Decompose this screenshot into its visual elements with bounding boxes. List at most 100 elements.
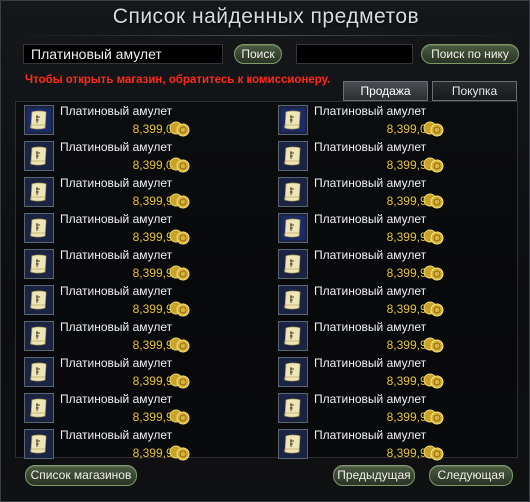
item-price: 8,399,998: [132, 338, 186, 352]
list-item[interactable]: Платиновый амулет 8,399,000: [24, 140, 264, 174]
adena-coins-icon: [423, 263, 445, 286]
list-item[interactable]: Платиновый амулет 8,399,997: [24, 248, 264, 282]
list-item[interactable]: Платиновый амулет 8,399,998: [278, 320, 518, 354]
item-price: 8,399,998: [132, 410, 186, 424]
list-item[interactable]: Платиновый амулет 8,399,998: [24, 356, 264, 390]
item-search-input[interactable]: [23, 44, 223, 64]
item-name: Платиновый амулет: [314, 428, 427, 442]
item-name: Платиновый амулет: [60, 212, 173, 226]
item-price: 8,399,997: [132, 266, 186, 280]
shop-list-button[interactable]: Список магазинов: [25, 465, 137, 486]
adena-coins-icon: [169, 371, 191, 394]
item-name: Платиновый амулет: [60, 176, 173, 190]
scroll-icon: [278, 429, 308, 459]
list-item[interactable]: Платиновый амулет 8,399,998: [278, 284, 518, 318]
adena-coins-icon: [169, 191, 191, 214]
scroll-icon: [24, 321, 54, 351]
list-item[interactable]: Платиновый амулет 8,399,997: [278, 176, 518, 210]
item-price: 8,399,000: [132, 122, 186, 136]
list-item[interactable]: Платиновый амулет 8,399,998: [24, 428, 264, 462]
item-price: 8,399,997: [386, 194, 440, 208]
scroll-icon: [278, 393, 308, 423]
scroll-icon: [24, 141, 54, 171]
item-name: Платиновый амулет: [314, 212, 427, 226]
scroll-icon: [24, 393, 54, 423]
scroll-icon: [24, 429, 54, 459]
list-item[interactable]: Платиновый амулет 8,399,997: [278, 212, 518, 246]
results-list: Платиновый амулет 8,399,000 Платиновый аму…: [15, 101, 518, 461]
title-divider: [11, 35, 519, 36]
adena-coins-icon: [169, 119, 191, 142]
list-item[interactable]: Платиновый амулет 8,399,998: [278, 428, 518, 462]
adena-coins-icon: [423, 335, 445, 358]
adena-coins-icon: [169, 227, 191, 250]
adena-coins-icon: [169, 443, 191, 466]
item-name: Платиновый амулет: [314, 356, 427, 370]
adena-coins-icon: [423, 443, 445, 466]
list-item[interactable]: Платиновый амулет 8,399,998: [278, 356, 518, 390]
item-name: Платиновый амулет: [314, 248, 427, 262]
scroll-icon-blue: [24, 105, 54, 135]
adena-coins-icon: [169, 335, 191, 358]
next-page-button[interactable]: Следующая: [429, 465, 513, 486]
window-title: Список найденных предметов: [112, 5, 420, 28]
item-name: Платиновый амулет: [60, 320, 173, 334]
item-name: Платиновый амулет: [314, 284, 427, 298]
scroll-icon: [278, 357, 308, 387]
nick-search-button[interactable]: Поиск по нику: [421, 44, 519, 64]
item-price: 8,399,000: [132, 158, 186, 172]
list-item[interactable]: Платиновый амулет 8,399,997: [278, 140, 518, 174]
item-price: 8,399,998: [132, 302, 186, 316]
item-name: Платиновый амулет: [60, 140, 173, 154]
item-price: 8,399,998: [386, 446, 440, 460]
list-item[interactable]: Платиновый амулет 8,399,997: [24, 212, 264, 246]
list-item[interactable]: Платиновый амулет 8,399,997: [278, 248, 518, 282]
list-item[interactable]: Платиновый амулет 8,399,998: [24, 320, 264, 354]
list-item[interactable]: Платиновый амулет 8,399,998: [278, 392, 518, 426]
adena-coins-icon: [423, 227, 445, 250]
item-name: Платиновый амулет: [314, 320, 427, 334]
tab-buy[interactable]: Покупка: [432, 81, 517, 101]
item-price: 8,399,997: [386, 230, 440, 244]
item-name: Платиновый амулет: [314, 140, 427, 154]
item-name: Платиновый амулет: [60, 248, 173, 262]
adena-coins-icon: [423, 407, 445, 430]
search-button[interactable]: Поиск: [234, 44, 282, 64]
item-price: 8,399,997: [132, 230, 186, 244]
scroll-icon-blue: [278, 105, 308, 135]
list-item[interactable]: Платиновый амулет 8,399,998: [24, 392, 264, 426]
previous-page-button[interactable]: Предыдущая: [333, 465, 415, 486]
scroll-icon: [24, 357, 54, 387]
item-price: 8,399,998: [386, 410, 440, 424]
adena-coins-icon: [169, 155, 191, 178]
item-price: 8,399,000: [386, 122, 440, 136]
scroll-icon: [24, 249, 54, 279]
item-name: Платиновый амулет: [314, 104, 427, 118]
item-price: 8,399,997: [386, 158, 440, 172]
item-name: Платиновый амулет: [60, 356, 173, 370]
tab-sell[interactable]: Продажа: [343, 81, 428, 101]
adena-coins-icon: [169, 263, 191, 286]
scroll-icon: [278, 249, 308, 279]
item-name: Платиновый амулет: [60, 284, 173, 298]
nick-search-input[interactable]: [296, 44, 413, 64]
list-item[interactable]: Платиновый амулет 8,399,998: [24, 284, 264, 318]
list-item[interactable]: Платиновый амулет 8,399,000: [278, 104, 518, 138]
scroll-icon: [278, 321, 308, 351]
item-name: Платиновый амулет: [60, 392, 173, 406]
item-price: 8,399,998: [132, 374, 186, 388]
adena-coins-icon: [169, 299, 191, 322]
scroll-icon: [24, 177, 54, 207]
item-name: Платиновый амулет: [314, 392, 427, 406]
adena-coins-icon: [423, 191, 445, 214]
item-price: 8,399,997: [386, 266, 440, 280]
list-item[interactable]: Платиновый амулет 8,399,000: [24, 104, 264, 138]
scroll-icon: [24, 285, 54, 315]
item-name: Платиновый амулет: [60, 428, 173, 442]
adena-coins-icon: [423, 155, 445, 178]
list-item[interactable]: Платиновый амулет 8,399,997: [24, 176, 264, 210]
item-price: 8,399,998: [386, 374, 440, 388]
adena-coins-icon: [169, 407, 191, 430]
adena-coins-icon: [423, 119, 445, 142]
scroll-icon: [24, 213, 54, 243]
